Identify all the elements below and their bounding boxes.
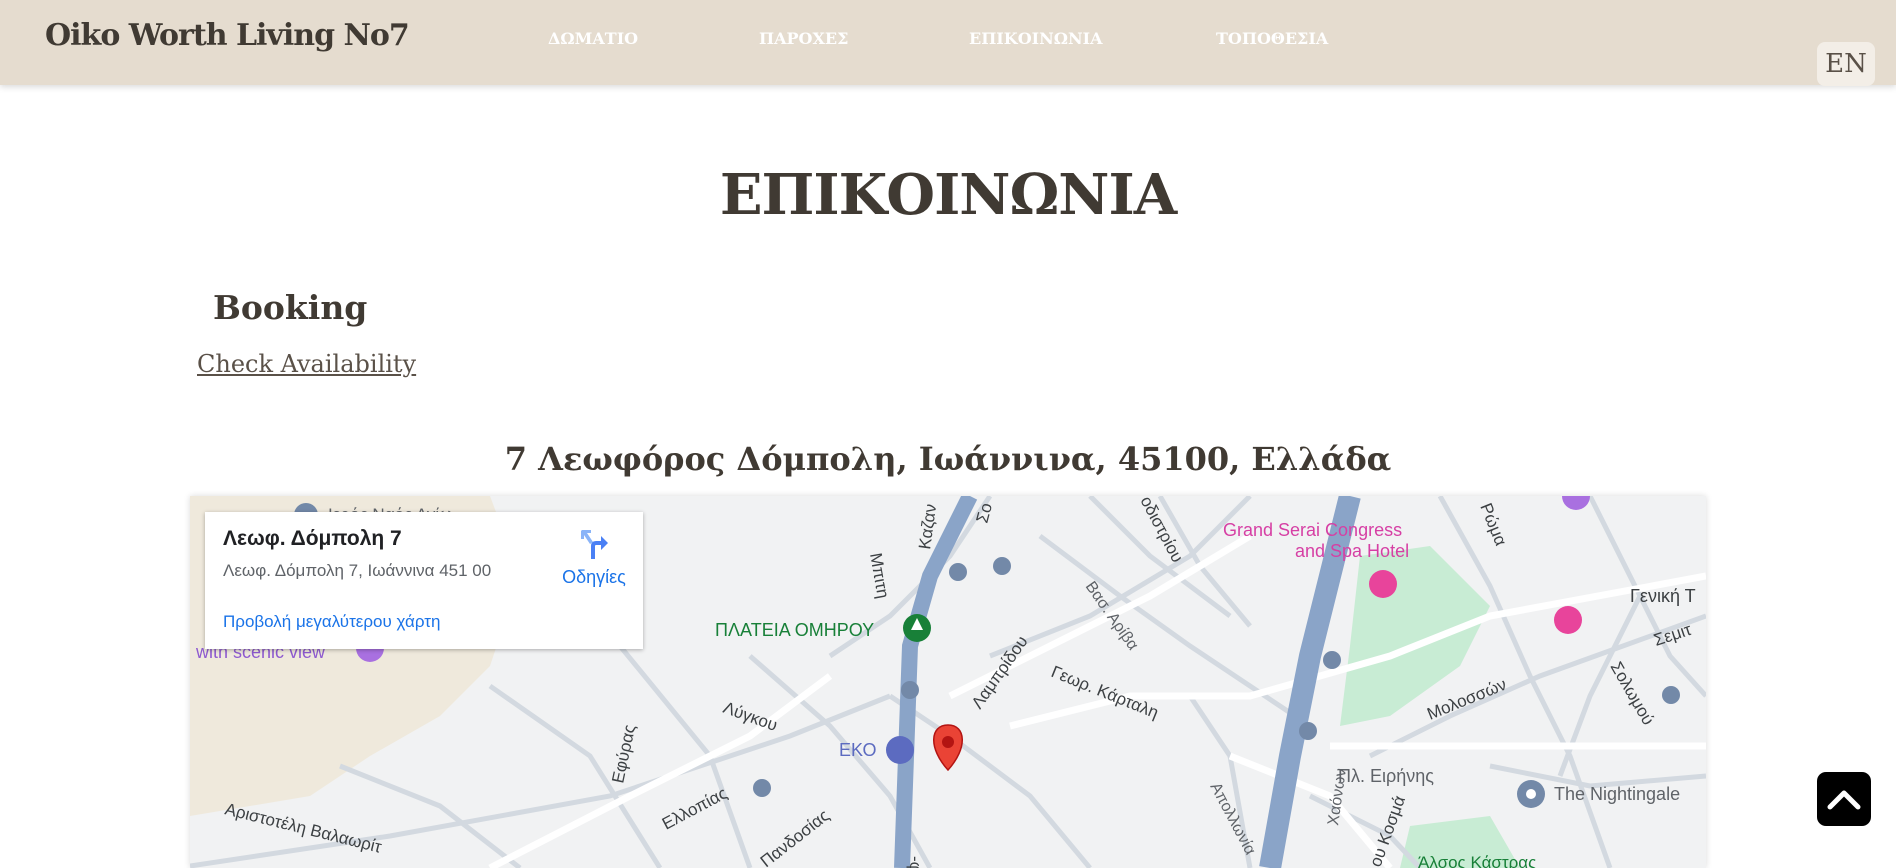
nav-amenities[interactable]: ΠΑΡΟΧΕΣ xyxy=(759,29,848,48)
chevron-up-icon xyxy=(1827,790,1861,810)
map-label-nightingale: The Nightingale xyxy=(1554,784,1680,804)
map-label-square: ΠΛΑΤΕΙΑ ΟΜΗΡΟΥ xyxy=(715,620,874,640)
map-label-kazan: Καζαν xyxy=(915,503,940,551)
map-label-hotel-1: Grand Serai Congress xyxy=(1223,520,1402,540)
map-label-eko: ΕΚΟ xyxy=(839,740,876,760)
map-label-alsos: Άλσος Κάστρας xyxy=(1418,853,1536,868)
map-label-efyras: Εφύρας xyxy=(608,723,639,785)
map-pin-icon xyxy=(933,724,963,772)
page-title: ΕΠΙΚΟΙΝΩΝΙΑ xyxy=(719,162,1177,228)
map-label-hotel-2: and Spa Hotel xyxy=(1295,541,1409,561)
map-label-pl-eirinis: Πλ. Ειρήνης xyxy=(1338,766,1434,786)
gas-station-icon xyxy=(886,736,914,764)
brand-logo[interactable]: Oiko Worth Living No7 xyxy=(45,18,410,53)
directions-icon xyxy=(581,530,608,559)
map-label-fwzh: -φωζη xyxy=(906,856,925,868)
directions-label: Οδηγίες xyxy=(562,567,626,587)
directions-button[interactable]: Οδηγίες xyxy=(546,528,642,588)
map-label-mpitzi: Μπιτη xyxy=(866,551,893,599)
hotel-poi-icon-2 xyxy=(1554,606,1582,634)
map-label-ellopias: Ελλοπίας xyxy=(659,784,730,834)
map-card-title: Λεωφ. Δόμπολη 7 xyxy=(223,527,402,550)
map-label-genikh: Γενική Τ xyxy=(1630,586,1696,606)
map-label-street-solomou: Σολωμού xyxy=(1607,659,1658,729)
map-label-semit: Σεμιτ xyxy=(1651,620,1694,650)
address-heading: 7 Λεωφόρος Δόμπολη, Ιωάννινα, 45100, Ελλ… xyxy=(504,440,1392,478)
map-card-address: Λεωφ. Δόμπολη 7, Ιωάννινα 451 00 xyxy=(223,561,492,580)
nav-contact[interactable]: ΕΠΙΚΟΙΝΩΝΙΑ xyxy=(969,29,1103,48)
map-label-pandosias: Πανδοσίας xyxy=(757,806,833,868)
booking-heading: Booking xyxy=(213,288,368,327)
language-switcher[interactable]: EN xyxy=(1817,42,1875,86)
check-availability-link[interactable]: Check Availability xyxy=(197,350,416,378)
nav-location[interactable]: ΤΟΠΟΘΕΣΙΑ xyxy=(1216,29,1328,48)
map-label-street-lamprou: Λαμπρίδου xyxy=(968,632,1032,712)
scroll-to-top-button[interactable] xyxy=(1817,772,1871,826)
hotel-poi-icon xyxy=(1369,570,1397,598)
map-label-roma: Ρώμα xyxy=(1476,500,1510,548)
map-label-so: Σο xyxy=(973,501,997,525)
map-label-apollonia: Απολλωνία xyxy=(1206,780,1258,858)
map-info-card: Λεωφ. Δόμπολη 7 Λεωφ. Δόμπολη 7, Ιωάννιν… xyxy=(205,512,643,649)
map-label-lygkou: Λύγκου xyxy=(721,698,780,735)
header: Oiko Worth Living No7 ΔΩΜΑΤΙΟ ΠΑΡΟΧΕΣ ΕΠ… xyxy=(0,0,1896,86)
view-larger-map-link[interactable]: Προβολή μεγαλύτερου χάρτη xyxy=(223,612,440,632)
poi-icon-top xyxy=(1562,496,1590,510)
nav-room[interactable]: ΔΩΜΑΤΙΟ xyxy=(548,29,638,48)
